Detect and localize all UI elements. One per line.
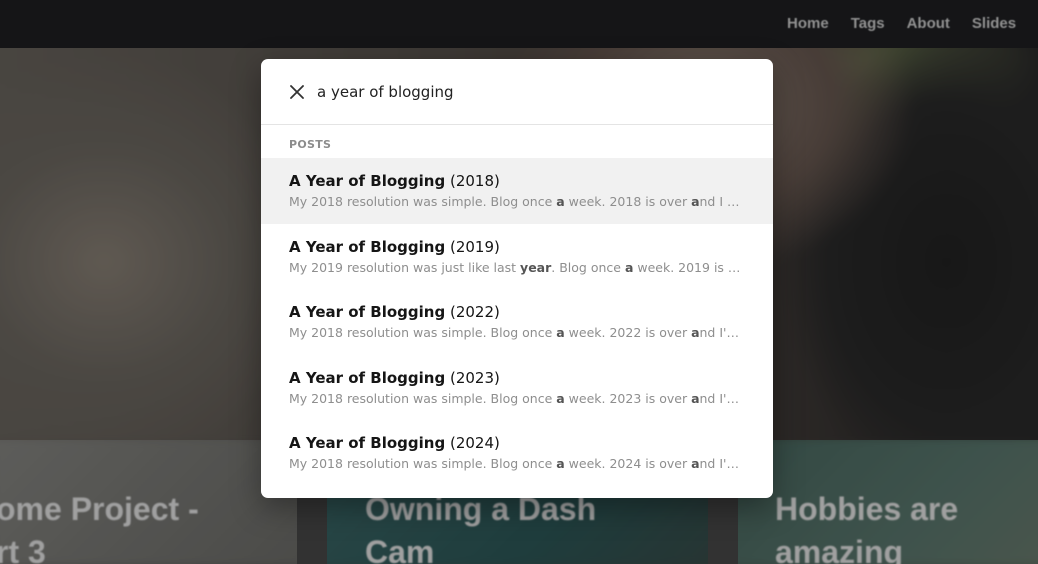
result-title-match: A Year of Blogging [289, 237, 446, 256]
result-excerpt: My 2019 resolution was just like last ye… [289, 259, 745, 275]
result-title-rest: (2023) [445, 368, 500, 387]
result-title-match: A Year of Blogging [289, 303, 446, 321]
result-title-rest: (2022) [445, 303, 500, 321]
close-icon[interactable] [287, 82, 307, 102]
search-result-item[interactable]: A Year of Blogging (2018) My 2018 resolut… [261, 158, 773, 224]
result-excerpt: My 2018 resolution was simple. Blog once… [289, 390, 745, 406]
result-excerpt: My 2018 resolution was simple. Blog once… [289, 194, 745, 209]
result-title: A Year of Blogging (2023) [289, 368, 745, 388]
result-title-match: A Year of Blogging [289, 434, 446, 452]
result-excerpt: My 2018 resolution was simple. Blog once… [289, 325, 745, 340]
result-title-rest: (2019) [445, 237, 500, 256]
search-bar [261, 59, 773, 125]
result-title-rest: (2024) [445, 434, 500, 452]
results-section-label: POSTS [289, 138, 332, 151]
search-results-list: A Year of Blogging (2018) My 2018 resolut… [261, 158, 773, 486]
search-result-item[interactable]: A Year of Blogging (2019) My 2019 resolut… [261, 224, 773, 290]
search-modal: POSTS A Year of Blogging (2018) My 2018 r… [261, 59, 773, 498]
result-title: A Year of Blogging (2022) [289, 302, 745, 322]
search-result-item[interactable]: A Year of Blogging (2023) My 2018 resolut… [261, 355, 773, 421]
search-input[interactable] [317, 79, 747, 105]
search-result-item[interactable]: A Year of Blogging (2024) My 2018 resolut… [261, 420, 773, 486]
result-excerpt: My 2018 resolution was simple. Blog once… [289, 456, 745, 471]
result-title: A Year of Blogging (2018) [289, 171, 745, 191]
result-title-rest: (2018) [445, 172, 500, 190]
result-title: A Year of Blogging (2024) [289, 433, 745, 453]
result-title: A Year of Blogging (2019) [289, 237, 745, 257]
result-title-match: A Year of Blogging [289, 172, 446, 190]
result-title-match: A Year of Blogging [289, 368, 446, 387]
search-result-item[interactable]: A Year of Blogging (2022) My 2018 resolut… [261, 289, 773, 355]
